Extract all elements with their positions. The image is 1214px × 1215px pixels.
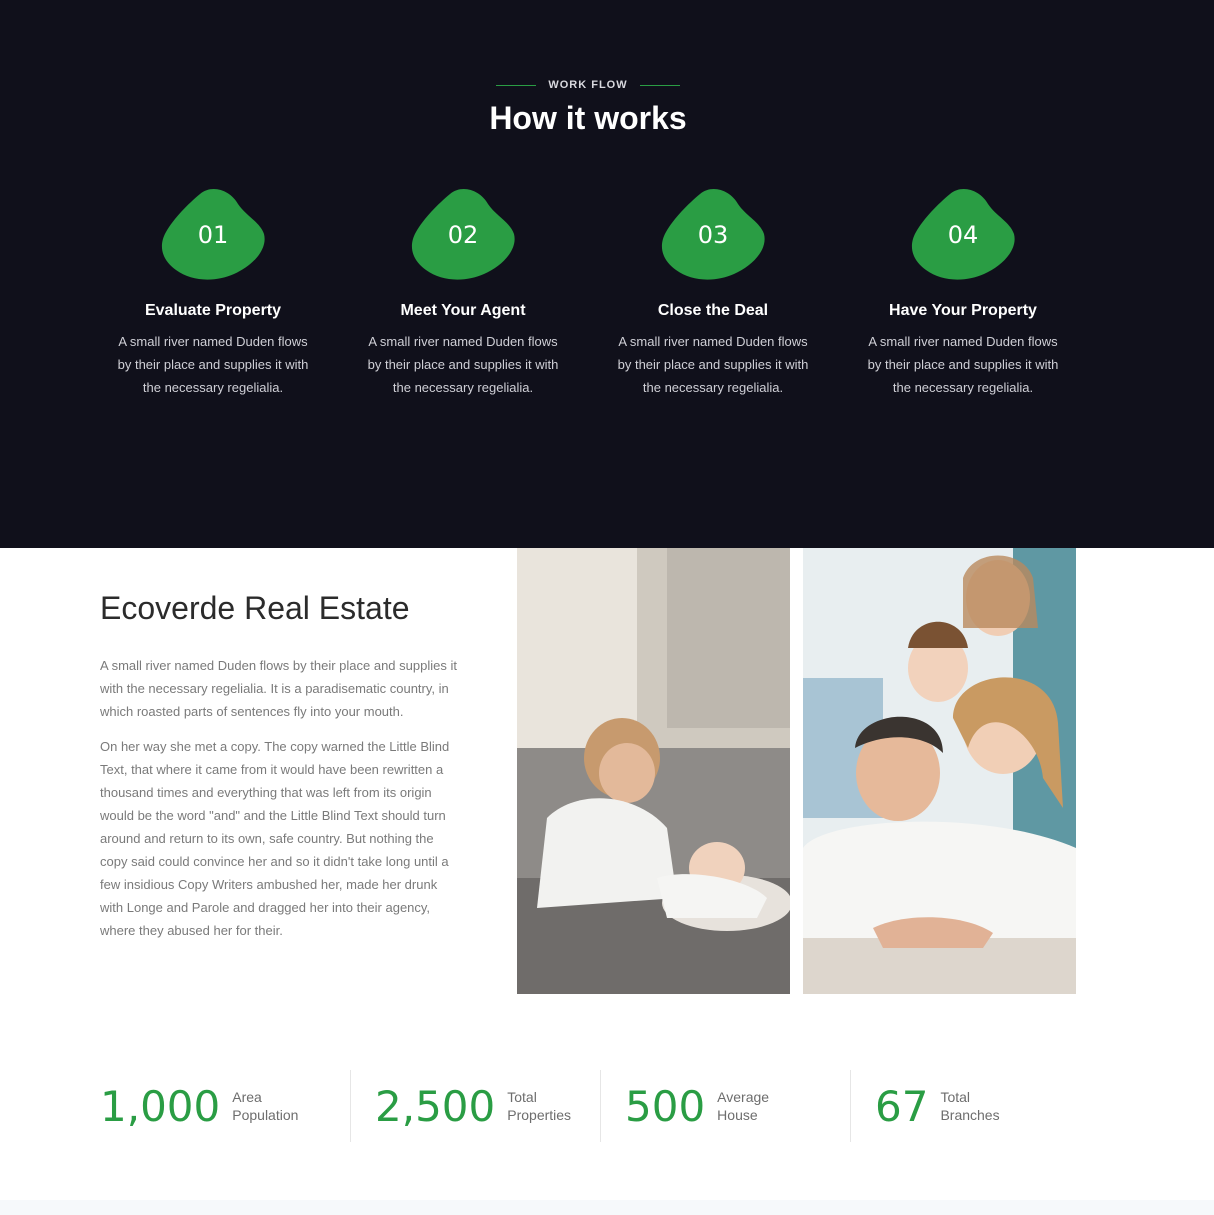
step-number: 04: [947, 221, 979, 249]
steps-list: 01 Evaluate Property A small river named…: [88, 188, 1088, 399]
stat-label: Area Population: [232, 1089, 299, 1123]
step-item: 04 Have Your Property A small river name…: [838, 188, 1088, 399]
stat-value: 500: [625, 1081, 706, 1131]
step-item: 01 Evaluate Property A small river named…: [88, 188, 338, 399]
step-number: 01: [197, 221, 229, 249]
stat-label: Total Properties: [507, 1089, 572, 1123]
step-title: Meet Your Agent: [400, 302, 526, 319]
photo-illustration: [517, 548, 790, 994]
stat-item: 2,500 Total Properties: [350, 1070, 600, 1142]
about-title: Ecoverde Real Estate: [100, 590, 410, 626]
eyebrow-text: WORK FLOW: [548, 79, 628, 91]
step-title: Evaluate Property: [144, 302, 282, 319]
next-section-edge: [0, 1200, 1214, 1215]
family-photo-group: [803, 548, 1076, 994]
step-number-badge: 02: [410, 188, 516, 282]
photo-illustration: [803, 548, 1076, 994]
about-paragraph: A small river named Duden flows by their…: [100, 658, 457, 719]
stat-item: 67 Total Branches: [850, 1070, 1100, 1142]
section-title: How it works: [489, 100, 687, 136]
stat-value: 67: [875, 1081, 929, 1131]
step-number-badge: 04: [910, 188, 1016, 282]
stat-label: Total Branches: [940, 1089, 1000, 1123]
step-title: Close the Deal: [657, 302, 769, 319]
step-description: A small river named Duden flows by their…: [867, 334, 1059, 395]
family-photo-mother-baby: [517, 548, 790, 994]
step-description: A small river named Duden flows by their…: [117, 334, 309, 395]
stat-label: Average House: [717, 1089, 770, 1123]
step-number-badge: 01: [160, 188, 266, 282]
step-item: 02 Meet Your Agent A small river named D…: [338, 188, 588, 399]
step-item: 03 Close the Deal A small river named Du…: [588, 188, 838, 399]
stat-item: 1,000 Area Population: [100, 1070, 350, 1142]
step-number: 03: [697, 221, 729, 249]
stats-row: 1,000 Area Population 2,500 Total Proper…: [100, 1070, 1100, 1142]
about-paragraph: On her way she met a copy. The copy warn…: [100, 739, 450, 938]
step-number-badge: 03: [660, 188, 766, 282]
section-eyebrow: WORK FLOW: [0, 79, 1176, 91]
stat-value: 2,500: [375, 1081, 496, 1131]
step-description: A small river named Duden flows by their…: [617, 334, 809, 395]
stat-item: 500 Average House: [600, 1070, 850, 1142]
eyebrow-line-right: [639, 84, 680, 86]
step-description: A small river named Duden flows by their…: [367, 334, 559, 395]
step-title: Have Your Property: [889, 302, 1037, 319]
how-it-works-section: WORK FLOW How it works 01 Evaluate Prope…: [0, 0, 1214, 548]
stat-value: 1,000: [100, 1081, 221, 1131]
eyebrow-line-left: [496, 84, 537, 86]
step-number: 02: [447, 221, 479, 249]
